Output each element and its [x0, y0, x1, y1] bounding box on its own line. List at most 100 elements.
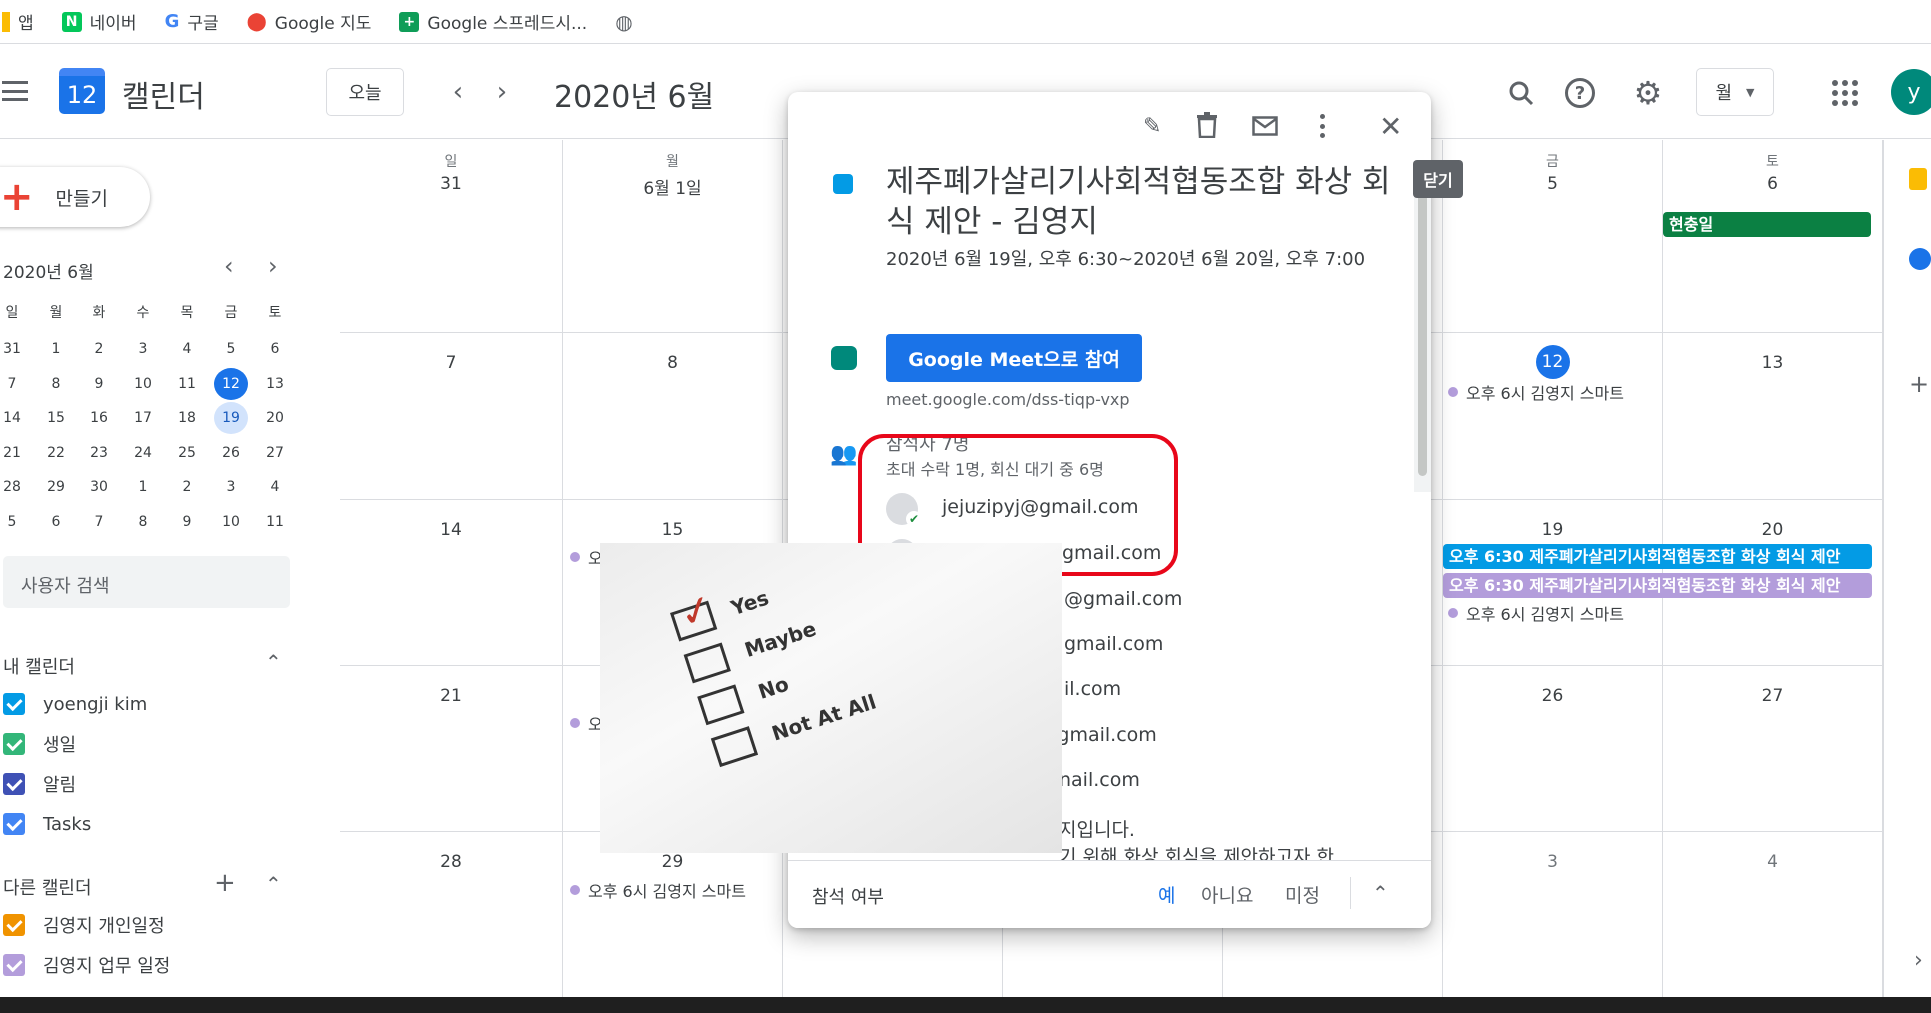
rsvp-no-button[interactable]: 아니요: [1201, 881, 1253, 908]
mini-day[interactable]: 24: [125, 437, 161, 469]
mini-day[interactable]: 25: [169, 437, 205, 469]
day-number[interactable]: 12: [1535, 345, 1570, 379]
mini-day[interactable]: 7: [0, 368, 30, 400]
next-month-button[interactable]: ›: [488, 77, 516, 107]
bookmark-google-sheets[interactable]: + Google 스프레드시...: [399, 9, 587, 34]
mini-prev-button[interactable]: ‹: [224, 252, 234, 280]
day-cell[interactable]: 21: [340, 666, 563, 832]
mini-day[interactable]: 6: [257, 333, 293, 365]
join-meet-button[interactable]: Google Meet으로 참여: [886, 334, 1142, 382]
bookmark-google[interactable]: G 구글: [165, 9, 219, 34]
rsvp-yes-button[interactable]: 예: [1158, 881, 1175, 908]
mini-day[interactable]: 17: [125, 402, 161, 434]
create-button[interactable]: + 만들기: [0, 167, 150, 227]
bookmark-google-maps[interactable]: ⬤ Google 지도: [247, 9, 372, 34]
mini-day[interactable]: 19: [214, 402, 248, 434]
bookmark-web[interactable]: ◍: [615, 10, 632, 34]
mini-day[interactable]: 10: [213, 506, 249, 538]
event-chip-dinner-work[interactable]: 오후 6:30 제주폐가살리기사회적협동조합 화상 회식 제안: [1443, 573, 1872, 598]
mini-day[interactable]: 21: [0, 437, 30, 469]
mini-day[interactable]: 6: [38, 506, 74, 538]
help-icon[interactable]: ?: [1565, 78, 1595, 108]
mini-day[interactable]: 16: [81, 402, 117, 434]
mini-day[interactable]: 7: [81, 506, 117, 538]
day-number[interactable]: 27: [1663, 686, 1882, 706]
add-addon-plus-icon[interactable]: +: [1909, 370, 1929, 398]
mini-day[interactable]: 4: [257, 471, 293, 503]
menu-icon[interactable]: [0, 76, 30, 106]
guest-email[interactable]: @gmail.com: [1064, 588, 1182, 610]
event-chip-dinner[interactable]: 오후 6:30 제주폐가살리기사회적협동조합 화상 회식 제안: [1443, 544, 1872, 569]
mini-next-button[interactable]: ›: [268, 252, 278, 280]
day-number[interactable]: 21: [340, 686, 562, 706]
mini-day[interactable]: 15: [38, 402, 74, 434]
calendar-item[interactable]: yoengji kim: [3, 693, 147, 715]
keep-icon[interactable]: [1909, 168, 1927, 190]
day-number[interactable]: 31: [340, 174, 562, 194]
day-number[interactable]: 15: [563, 520, 782, 540]
checkbox-icon[interactable]: [3, 954, 25, 976]
mini-day[interactable]: 2: [169, 471, 205, 503]
expand-chevron-up-icon[interactable]: ⌃: [1372, 881, 1389, 905]
checkbox-icon[interactable]: [3, 733, 25, 755]
day-number[interactable]: 14: [340, 520, 562, 540]
account-avatar[interactable]: y: [1891, 69, 1931, 115]
mini-day[interactable]: 23: [81, 437, 117, 469]
delete-trash-icon[interactable]: [1196, 112, 1218, 139]
mini-day[interactable]: 2: [81, 333, 117, 365]
event-chip-holiday[interactable]: 현충일: [1663, 212, 1871, 237]
more-options-icon[interactable]: [1320, 114, 1326, 138]
checkbox-icon[interactable]: [3, 773, 25, 795]
tasks-icon[interactable]: [1909, 248, 1931, 270]
checkbox-icon[interactable]: [3, 813, 25, 835]
meet-link[interactable]: meet.google.com/dss-tiqp-vxp: [886, 390, 1130, 409]
event-chip-smart[interactable]: 오후 6시 김영지 스마트: [1448, 601, 1668, 625]
mini-day[interactable]: 27: [257, 437, 293, 469]
calendar-item[interactable]: 김영지 개인일정: [3, 914, 170, 937]
mini-day[interactable]: 29: [38, 471, 74, 503]
expand-chevron-icon[interactable]: ›: [1914, 948, 1923, 973]
day-cell[interactable]: 8: [563, 333, 783, 500]
event-chip-smart[interactable]: 오후 6시 김영지 스마트: [570, 878, 790, 902]
day-number[interactable]: 26: [1443, 686, 1662, 706]
search-icon[interactable]: [1506, 78, 1536, 108]
edit-pencil-icon[interactable]: ✎: [1143, 114, 1161, 139]
popup-scrollbar[interactable]: [1414, 162, 1431, 492]
day-number[interactable]: 6: [1663, 174, 1882, 194]
checkbox-icon[interactable]: [3, 914, 25, 936]
mini-day[interactable]: 18: [169, 402, 205, 434]
day-number[interactable]: 4: [1663, 852, 1882, 872]
mini-day[interactable]: 14: [0, 402, 30, 434]
mini-day[interactable]: 3: [125, 333, 161, 365]
mini-day[interactable]: 22: [38, 437, 74, 469]
mini-day[interactable]: 8: [38, 368, 74, 400]
prev-month-button[interactable]: ‹: [444, 77, 472, 107]
mini-day[interactable]: 5: [0, 506, 30, 538]
day-number[interactable]: 28: [340, 852, 562, 872]
add-calendar-plus-icon[interactable]: +: [214, 868, 236, 898]
mini-day[interactable]: 31: [0, 333, 30, 365]
day-cell[interactable]: 금5: [1443, 140, 1663, 333]
guest-email[interactable]: il.com: [1064, 678, 1121, 700]
day-number[interactable]: 8: [563, 353, 782, 373]
collapse-chevron-icon[interactable]: ⌃: [265, 650, 282, 674]
view-select[interactable]: 월 ▼: [1696, 68, 1774, 116]
day-cell[interactable]: 29: [563, 832, 783, 998]
day-cell[interactable]: 26: [1443, 666, 1663, 832]
day-number[interactable]: 20: [1663, 520, 1882, 540]
mini-day[interactable]: 30: [81, 471, 117, 503]
mini-day[interactable]: 5: [213, 333, 249, 365]
day-cell[interactable]: 월 6월 1일: [563, 140, 783, 333]
mini-day[interactable]: 12: [214, 367, 248, 400]
calendar-item[interactable]: 김영지 업무 일정: [3, 954, 170, 977]
rsvp-maybe-button[interactable]: 미정: [1285, 881, 1320, 908]
checkbox-icon[interactable]: [3, 693, 25, 715]
day-cell[interactable]: 12: [1443, 333, 1663, 500]
mini-day[interactable]: 4: [169, 333, 205, 365]
mini-day[interactable]: 10: [125, 368, 161, 400]
mini-day[interactable]: 20: [257, 402, 293, 434]
guest-email[interactable]: gmail.com: [1064, 633, 1163, 655]
day-cell[interactable]: 13: [1663, 333, 1883, 500]
mini-day[interactable]: 26: [213, 437, 249, 469]
mini-day[interactable]: 13: [257, 368, 293, 400]
